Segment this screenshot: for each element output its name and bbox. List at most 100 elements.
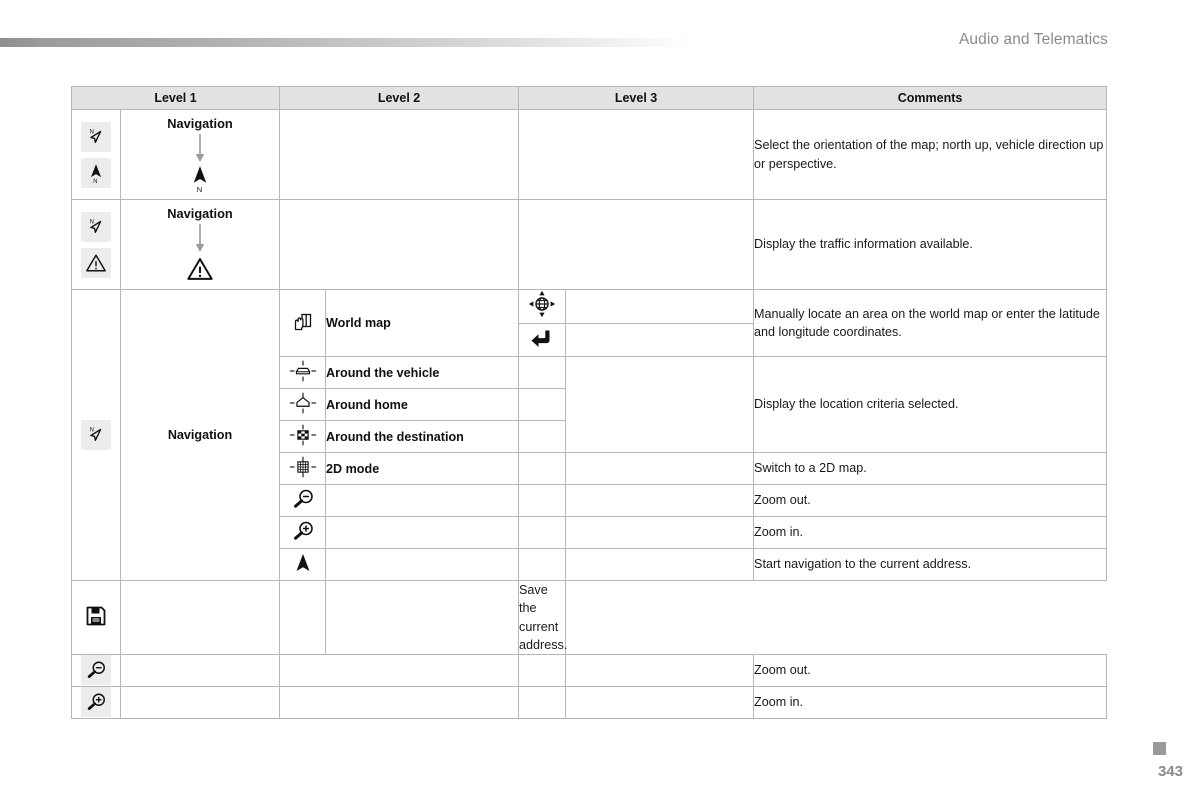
level3-blank-cell-group <box>565 356 755 453</box>
table-row: N N Navigation N Select the orientation … <box>71 109 1108 200</box>
level1-blank-cell <box>119 654 281 687</box>
level1-icon-cell-zoom-in[interactable] <box>71 686 121 719</box>
comment-cell: Zoom out. <box>753 484 1108 517</box>
svg-text:N: N <box>90 219 94 225</box>
table-row: N Navigation Display the traffic informa… <box>71 199 1108 290</box>
level3-blank-cell <box>518 388 567 421</box>
level3-blank-cell <box>565 654 755 687</box>
around-home-icon <box>289 389 317 417</box>
level2-icon-around-vehicle[interactable] <box>279 356 327 389</box>
level2-icon-save-address[interactable] <box>71 580 121 655</box>
svg-text:N: N <box>90 129 94 135</box>
level2-label-zoom-out <box>325 484 520 517</box>
controls-reference-table: Level 1 Level 2 Level 3 Comments N N Nav… <box>70 86 1108 719</box>
level2-cell-empty <box>279 654 520 687</box>
level1-icon-cell-traffic: N <box>71 199 121 290</box>
comment-cell: Select the orientation of the map; north… <box>753 109 1108 200</box>
comment-cell: Display the traffic information availabl… <box>753 199 1108 290</box>
level3-blank-cell <box>518 452 567 485</box>
level3-blank-cell <box>565 516 755 549</box>
level2-label-around-home: Around home <box>325 388 520 421</box>
column-header-level3: Level 3 <box>518 86 755 110</box>
svg-text:N: N <box>197 185 202 194</box>
north-up-arrow-icon: N <box>186 165 214 194</box>
level3-blank-cell <box>325 580 520 655</box>
magnifier-minus-icon <box>289 485 317 513</box>
level1-label-navigation: Navigation <box>119 289 281 581</box>
level3-blank-cell <box>518 420 567 453</box>
level3-blank-cell <box>518 516 567 549</box>
comment-cell: Zoom in. <box>753 516 1108 549</box>
magnifier-plus-icon <box>289 517 317 545</box>
level2-icon-start-navigation[interactable] <box>279 548 327 581</box>
comment-cell: Manually locate an area on the world map… <box>753 289 1108 357</box>
level2-label-start-navigation <box>325 548 520 581</box>
comment-cell: Start navigation to the current address. <box>753 548 1108 581</box>
section-tab-marker <box>1153 742 1166 755</box>
level2-icon-zoom-in[interactable] <box>279 516 327 549</box>
magnifier-plus-icon <box>81 687 111 717</box>
comment-cell: Display the location criteria selected. <box>753 356 1108 453</box>
around-destination-icon <box>289 421 317 449</box>
level2-label-2d-mode: 2D mode <box>325 452 520 485</box>
level3-blank-cell <box>518 654 567 687</box>
comment-cell: Zoom in. <box>753 686 1108 719</box>
magnifier-minus-icon <box>81 655 111 685</box>
table-row: N Navigation World map Manually locate a… <box>71 289 1108 581</box>
column-header-level2: Level 2 <box>279 86 520 110</box>
around-vehicle-icon <box>289 357 317 385</box>
level2-icon-zoom-out[interactable] <box>279 484 327 517</box>
level1-icon-cell-zoom-out[interactable] <box>71 654 121 687</box>
level2-icon-around-destination[interactable] <box>279 420 327 453</box>
level2-icon-world-map[interactable] <box>279 289 327 357</box>
level2-icon-2d-mode[interactable] <box>279 452 327 485</box>
level1-flow-cell-map-orientation: Navigation N <box>119 109 281 200</box>
level1-label: Navigation <box>167 116 233 131</box>
level3-icon-globe-crosshair[interactable] <box>518 289 567 324</box>
perspective-north-arrow-icon[interactable]: N <box>81 419 111 450</box>
down-arrow-icon <box>194 223 206 253</box>
floppy-save-icon <box>82 602 110 630</box>
perspective-north-arrow-icon[interactable]: N <box>81 211 111 242</box>
header-gradient-rule <box>0 38 690 47</box>
level3-blank-cell <box>279 580 327 655</box>
perspective-north-arrow-icon[interactable]: N <box>81 121 111 152</box>
level3-blank-cell <box>565 484 755 517</box>
level1-label: Navigation <box>167 206 233 221</box>
svg-text:N: N <box>93 179 97 184</box>
down-arrow-icon <box>194 133 206 163</box>
level2-label-world-map: World map <box>325 289 520 357</box>
return-arrow-icon <box>528 324 556 352</box>
level3-blank-cell <box>565 686 755 719</box>
column-header-level1: Level 1 <box>70 86 281 110</box>
level1-blank-cell <box>119 686 281 719</box>
level3-blank-cell <box>565 452 755 485</box>
level2-label-around-destination: Around the destination <box>325 420 520 453</box>
comment-cell: Switch to a 2D map. <box>753 452 1108 485</box>
level2-label-around-vehicle: Around the vehicle <box>325 356 520 389</box>
page-header-title: Audio and Telematics <box>958 31 1108 48</box>
level3-blank-cell <box>518 356 567 389</box>
level2-icon-around-home[interactable] <box>279 388 327 421</box>
level3-blank-cell <box>518 686 567 719</box>
level3-cell-empty <box>518 199 755 290</box>
level2-cell-empty <box>279 109 520 200</box>
level1-flow-cell-traffic: Navigation <box>119 199 281 290</box>
comment-cell: Zoom out. <box>753 654 1108 687</box>
north-up-arrow-icon[interactable]: N <box>81 157 111 188</box>
navigation-arrow-icon <box>289 549 317 577</box>
level3-icon-return[interactable] <box>518 323 567 357</box>
warning-triangle-icon[interactable] <box>81 247 111 278</box>
level3-blank-cell <box>518 548 567 581</box>
table-row: Zoom in. <box>71 686 1108 719</box>
page-number: 343 <box>1157 763 1183 780</box>
level3-blank-cell <box>565 323 755 357</box>
level2-label-save-address <box>119 580 281 655</box>
level1-icon-cell-map-orientation: N N <box>71 109 121 200</box>
table-row: Save the current address. <box>71 580 1107 655</box>
level2-cell-empty <box>279 199 520 290</box>
level3-blank-cell <box>565 548 755 581</box>
globe-crosshair-icon <box>528 290 556 318</box>
level1-icon-cell-navigation: N <box>71 289 121 581</box>
svg-text:N: N <box>90 427 94 433</box>
